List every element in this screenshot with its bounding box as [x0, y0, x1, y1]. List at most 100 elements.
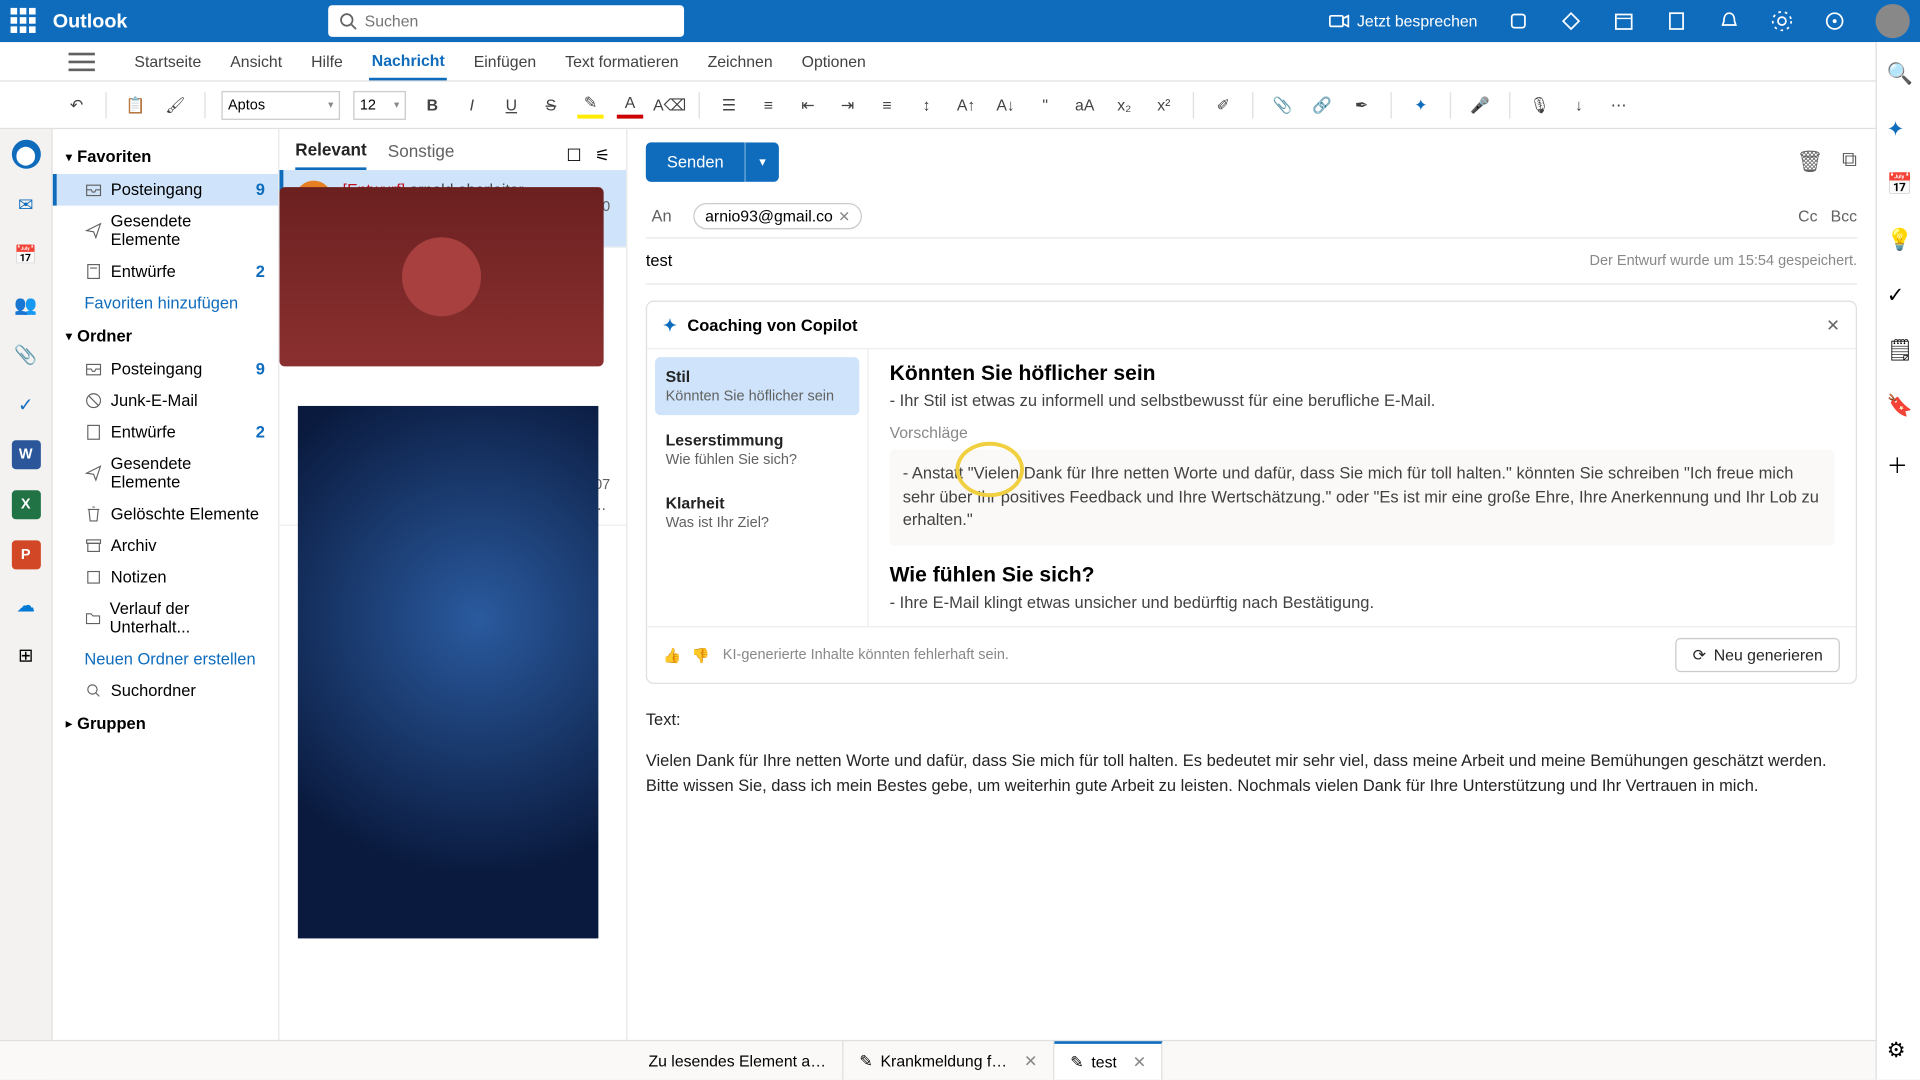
coach-nav-klarheit[interactable]: KlarheitWas ist Ihr Ziel?	[655, 484, 859, 542]
clear-format-icon[interactable]: A⌫	[656, 92, 682, 118]
reading-tab[interactable]: Zu lesendes Element ausw...	[633, 1041, 844, 1079]
rail-more-apps-icon[interactable]: ⊞	[11, 641, 40, 670]
rail-mail-icon[interactable]: ✉	[11, 190, 40, 219]
close-tab-icon[interactable]: ✕	[1133, 1052, 1146, 1070]
folder-archive[interactable]: Archiv	[53, 530, 278, 562]
rrail-bulb-icon[interactable]: 💡	[1887, 227, 1911, 251]
outdent-icon[interactable]: ⇤	[795, 92, 821, 118]
copilot-icon[interactable]: ✦	[1408, 92, 1434, 118]
user-avatar[interactable]	[1876, 4, 1910, 38]
numbering-icon[interactable]: ≡	[755, 92, 781, 118]
tab-startseite[interactable]: Startseite	[132, 44, 204, 78]
subscript-icon[interactable]: x₂	[1111, 92, 1137, 118]
underline-icon[interactable]: U	[498, 92, 524, 118]
teams-icon[interactable]	[1506, 9, 1530, 33]
rail-todo-icon[interactable]: ✓	[11, 390, 40, 419]
cc-link[interactable]: Cc	[1798, 207, 1817, 225]
folder-inbox[interactable]: Posteingang9	[53, 353, 278, 385]
filter-icon[interactable]: ⚟	[595, 144, 610, 165]
rail-home-icon[interactable]: ⬤	[11, 140, 40, 169]
groups-header[interactable]: ▸Gruppen	[53, 706, 278, 740]
tab-nachricht[interactable]: Nachricht	[369, 43, 447, 80]
tab-optionen[interactable]: Optionen	[799, 44, 868, 78]
new-folder-link[interactable]: Neuen Ordner erstellen	[53, 643, 278, 675]
attach-icon[interactable]: 📎	[1269, 92, 1295, 118]
bcc-link[interactable]: Bcc	[1831, 207, 1857, 225]
close-tab-icon[interactable]: ✕	[1024, 1051, 1037, 1069]
tab-focused[interactable]: Relevant	[295, 140, 366, 170]
subject-field[interactable]: test	[646, 252, 673, 270]
rrail-calendar-icon[interactable]: 📅	[1887, 171, 1911, 195]
font-grow-icon[interactable]: A↑	[953, 92, 979, 118]
strike-icon[interactable]: S	[538, 92, 564, 118]
calendar-icon[interactable]	[1612, 9, 1636, 33]
search-input[interactable]	[365, 12, 673, 30]
rail-calendar-icon[interactable]: 📅	[11, 240, 40, 269]
dictate-icon[interactable]: 🎤	[1467, 92, 1493, 118]
font-color-icon[interactable]: A	[617, 92, 643, 118]
recipient-chip[interactable]: arnio93@gmail.co✕	[693, 203, 862, 229]
paste-icon[interactable]: 📋	[123, 92, 149, 118]
more-icon[interactable]: ⋯	[1605, 92, 1631, 118]
select-all-icon[interactable]: ☐	[566, 144, 581, 165]
app-launcher[interactable]	[11, 8, 37, 34]
hamburger-menu[interactable]	[69, 52, 95, 70]
favorites-header[interactable]: ▾Favoriten	[53, 140, 278, 174]
rrail-add-icon[interactable]: ＋	[1887, 448, 1911, 472]
coach-nav-stil[interactable]: StilKönnten Sie höflicher sein	[655, 357, 859, 415]
diamond-icon[interactable]	[1559, 9, 1583, 33]
highlight-icon[interactable]: ✎	[577, 92, 603, 118]
mic-icon[interactable]: 🎙	[1526, 92, 1552, 118]
remove-chip-icon[interactable]: ✕	[838, 208, 850, 225]
signature-icon[interactable]: ✒	[1348, 92, 1374, 118]
tab-other[interactable]: Sonstige	[388, 141, 455, 169]
indent-icon[interactable]: ⇥	[834, 92, 860, 118]
font-shrink-icon[interactable]: A↓	[992, 92, 1018, 118]
italic-icon[interactable]: I	[459, 92, 485, 118]
font-select[interactable]: Aptos▾	[221, 90, 340, 119]
folder-notes[interactable]: Notizen	[53, 561, 278, 593]
regenerate-button[interactable]: ⟳ Neu generieren	[1675, 638, 1839, 672]
bold-icon[interactable]: B	[419, 92, 445, 118]
add-favorite-link[interactable]: Favoriten hinzufügen	[53, 287, 278, 319]
rail-files-icon[interactable]: 📎	[11, 340, 40, 369]
folder-sent-fav[interactable]: Gesendete Elemente	[53, 206, 278, 256]
rail-onedrive-icon[interactable]: ☁	[11, 590, 40, 619]
settings-icon[interactable]	[1770, 9, 1794, 33]
folder-deleted[interactable]: Gelöschte Elemente	[53, 498, 278, 530]
rrail-bookmark-icon[interactable]: 🔖	[1887, 393, 1911, 417]
format-painter-icon[interactable]: 🖌	[162, 92, 188, 118]
tab-textformatieren[interactable]: Text formatieren	[563, 44, 682, 78]
note-icon[interactable]	[1665, 9, 1689, 33]
rail-powerpoint-icon[interactable]: P	[11, 540, 40, 569]
thumbs-up-icon[interactable]: 👍	[663, 646, 681, 663]
font-size-select[interactable]: 12▾	[353, 90, 406, 119]
folder-sent[interactable]: Gesendete Elemente	[53, 448, 278, 498]
case-icon[interactable]: aA	[1072, 92, 1098, 118]
rrail-copilot-icon[interactable]: ✦	[1887, 116, 1911, 140]
email-body[interactable]: Text: Vielen Dank für Ihre netten Worte …	[646, 695, 1857, 811]
folder-inbox-fav[interactable]: Posteingang9	[53, 174, 278, 206]
popout-icon[interactable]: ⧉	[1842, 149, 1857, 175]
rrail-note-icon[interactable]: 🗒	[1887, 337, 1911, 361]
folder-junk[interactable]: Junk-E-Mail	[53, 385, 278, 417]
help-icon[interactable]	[1823, 9, 1847, 33]
delete-draft-icon[interactable]: 🗑	[1797, 149, 1824, 175]
spacing-icon[interactable]: ↕	[913, 92, 939, 118]
send-options-button[interactable]: ▾	[745, 142, 779, 182]
close-coaching-icon[interactable]: ✕	[1826, 315, 1840, 335]
rrail-check-icon[interactable]: ✓	[1887, 282, 1911, 306]
link-icon[interactable]: 🔗	[1309, 92, 1335, 118]
folder-history[interactable]: Verlauf der Unterhalt...	[53, 593, 278, 643]
draft-tab-1[interactable]: ✎Krankmeldung für ...✕	[844, 1041, 1055, 1079]
coach-nav-leserstimmung[interactable]: LeserstimmungWie fühlen Sie sich?	[655, 420, 859, 478]
meet-now-button[interactable]: Jetzt besprechen	[1328, 11, 1477, 32]
draft-tab-2[interactable]: ✎test✕	[1054, 1041, 1163, 1079]
align-icon[interactable]: ≡	[874, 92, 900, 118]
rrail-search-icon[interactable]: 🔍	[1887, 61, 1911, 85]
send-button[interactable]: Senden	[646, 142, 745, 182]
undo-icon[interactable]: ↶	[63, 92, 89, 118]
rail-word-icon[interactable]: W	[11, 440, 40, 469]
bullets-icon[interactable]: ☰	[716, 92, 742, 118]
tab-zeichnen[interactable]: Zeichnen	[705, 44, 775, 78]
